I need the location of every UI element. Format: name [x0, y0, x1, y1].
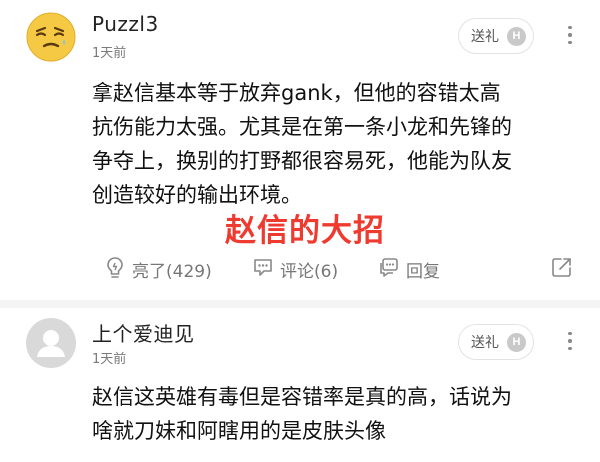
comment-actions: 亮了(429) 评论(6) 回复: [0, 252, 600, 286]
comment-count: 评论(6): [280, 261, 339, 282]
comment-text: 拿赵信基本等于放弃gank，但他的容错太高 抗伤能力太强。尤其是在第一条小龙和先…: [92, 81, 512, 207]
gift-level-icon: H: [507, 26, 526, 46]
comment-item: Puzzl3 1天前 送礼 H 拿赵信基本等于放弃gank，但他的容错太高 抗伤…: [0, 0, 600, 300]
gift-button[interactable]: 送礼 H: [458, 324, 534, 360]
reply-button[interactable]: 回复: [378, 252, 440, 286]
reply-icon: [378, 256, 400, 283]
gift-level-icon: H: [507, 332, 526, 352]
divider: [0, 300, 600, 308]
reply-label: 回复: [406, 261, 440, 282]
comment-item: 上个爱迪见 1天前 送礼 H 赵信这英雄有毒但是容错率是真的高，话说为 啥就刀妹…: [0, 308, 600, 462]
comment-time: 1天前: [92, 352, 127, 367]
share-icon: [550, 255, 574, 284]
comment-button[interactable]: 评论(6): [252, 252, 338, 286]
more-options-icon[interactable]: [560, 20, 580, 50]
gift-button-label: 送礼: [471, 29, 499, 45]
comment-text: 赵信这英雄有毒但是容错率是真的高，话说为 啥就刀妹和阿瞎用的是皮肤头像: [92, 385, 512, 443]
gift-button[interactable]: 送礼 H: [458, 18, 534, 54]
more-options-icon[interactable]: [560, 326, 580, 356]
lightbulb-icon: [104, 255, 126, 284]
comment-time: 1天前: [92, 46, 127, 61]
like-button[interactable]: 亮了(429): [104, 252, 212, 286]
comment-bubble-icon: [252, 256, 274, 283]
avatar-emoji-icon[interactable]: [26, 12, 76, 62]
share-button[interactable]: [550, 252, 574, 286]
overlay-caption: 赵信的大招: [224, 212, 385, 250]
default-avatar-icon[interactable]: [26, 318, 76, 368]
gift-button-label: 送礼: [471, 335, 499, 351]
like-count: 亮了(429): [132, 261, 212, 282]
username[interactable]: 上个爱迪见: [92, 318, 195, 347]
username[interactable]: Puzzl3: [92, 12, 159, 36]
